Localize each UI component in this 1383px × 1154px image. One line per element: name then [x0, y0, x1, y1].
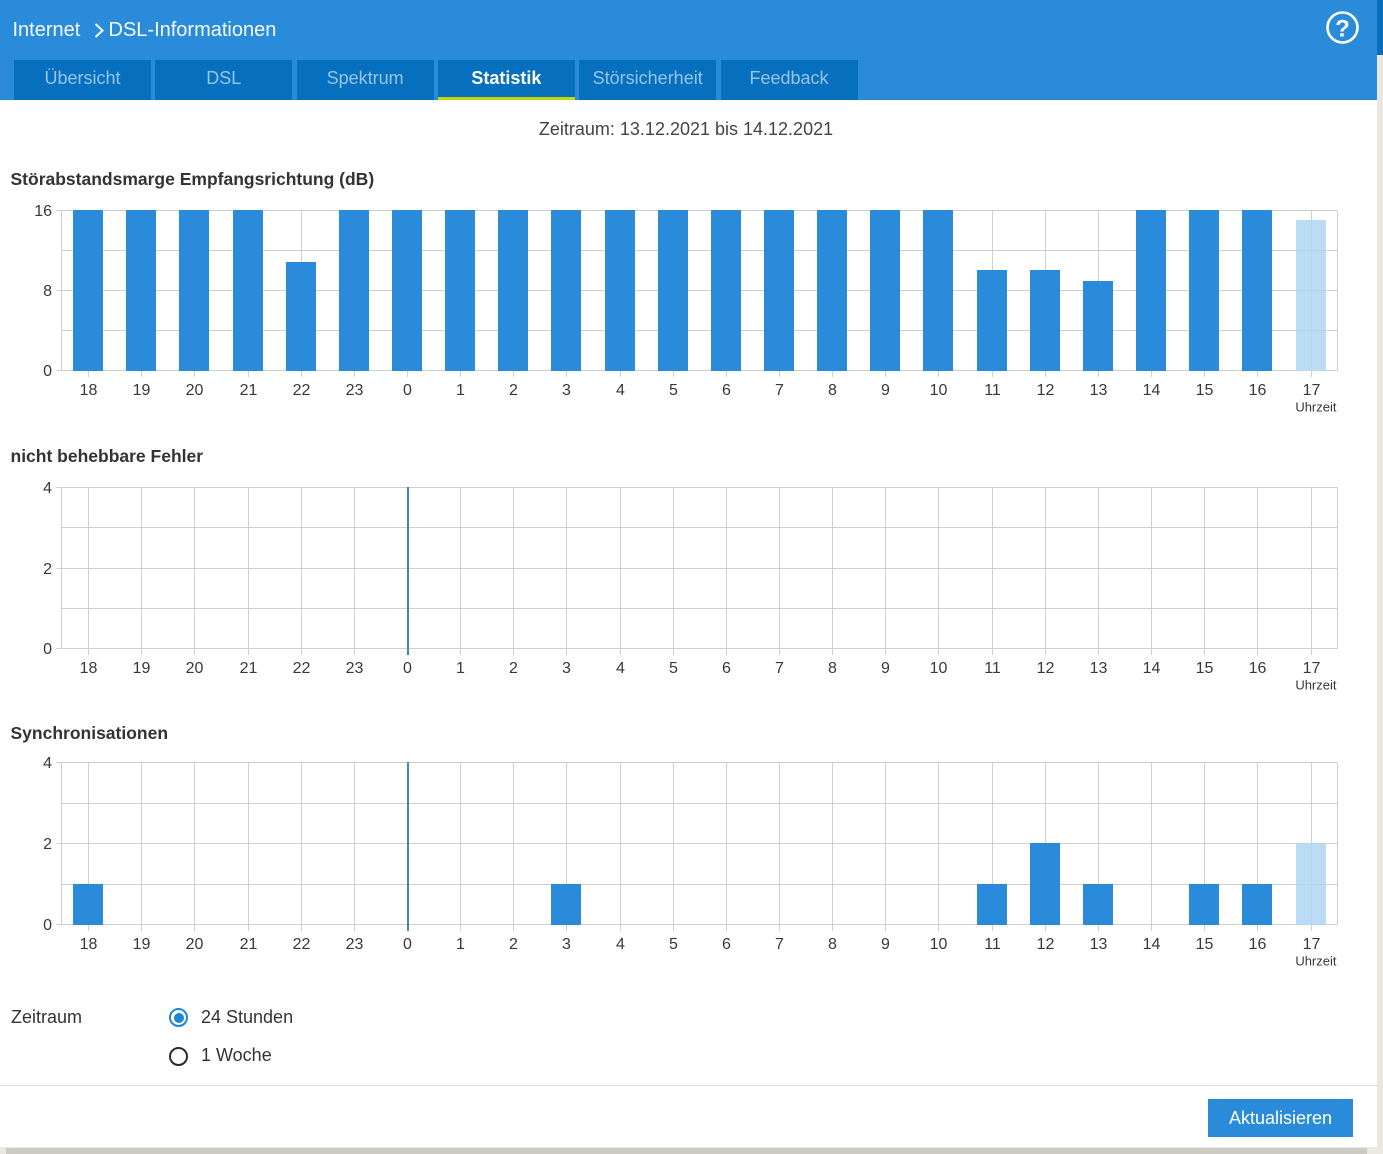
svg-text:17: 17 [1303, 382, 1321, 399]
svg-text:7: 7 [775, 660, 784, 677]
svg-text:13: 13 [1090, 660, 1108, 677]
svg-text:1: 1 [456, 382, 465, 399]
svg-text:0: 0 [403, 936, 412, 953]
svg-text:23: 23 [346, 936, 364, 953]
svg-text:20: 20 [186, 660, 204, 677]
svg-text:19: 19 [133, 660, 151, 677]
svg-text:11: 11 [984, 936, 1001, 953]
svg-text:6: 6 [722, 382, 731, 399]
svg-text:18: 18 [80, 382, 98, 399]
svg-text:8: 8 [828, 382, 837, 399]
svg-text:8: 8 [828, 660, 837, 677]
svg-text:0: 0 [403, 382, 412, 399]
svg-text:2: 2 [509, 660, 518, 677]
svg-text:4: 4 [616, 936, 625, 953]
svg-text:20: 20 [186, 936, 204, 953]
svg-text:21: 21 [240, 660, 258, 677]
svg-text:3: 3 [562, 660, 571, 677]
svg-text:4: 4 [616, 660, 625, 677]
svg-text:9: 9 [881, 936, 890, 953]
svg-text:10: 10 [930, 936, 948, 953]
svg-text:2: 2 [43, 561, 52, 578]
svg-text:Uhrzeit: Uhrzeit [1295, 400, 1337, 415]
svg-text:16: 16 [1249, 382, 1267, 399]
svg-text:5: 5 [669, 382, 678, 399]
svg-text:2: 2 [509, 936, 518, 953]
svg-text:7: 7 [775, 936, 784, 953]
svg-text:17: 17 [1303, 660, 1321, 677]
svg-text:22: 22 [293, 936, 311, 953]
svg-text:10: 10 [930, 660, 948, 677]
svg-text:2: 2 [43, 836, 52, 853]
svg-text:8: 8 [828, 936, 837, 953]
svg-text:16: 16 [1249, 660, 1267, 677]
svg-text:7: 7 [775, 382, 784, 399]
svg-text:15: 15 [1196, 660, 1214, 677]
svg-text:4: 4 [616, 382, 625, 399]
svg-text:8: 8 [43, 283, 52, 300]
svg-text:9: 9 [881, 660, 890, 677]
svg-text:23: 23 [346, 382, 364, 399]
svg-text:4: 4 [43, 480, 52, 497]
svg-text:Uhrzeit: Uhrzeit [1295, 954, 1337, 969]
svg-text:14: 14 [1143, 660, 1161, 677]
svg-text:0: 0 [43, 641, 52, 658]
svg-text:15: 15 [1196, 936, 1214, 953]
svg-text:16: 16 [34, 203, 52, 220]
svg-text:5: 5 [669, 936, 678, 953]
svg-text:2: 2 [509, 382, 518, 399]
svg-text:13: 13 [1090, 382, 1108, 399]
svg-text:21: 21 [240, 936, 258, 953]
svg-text:22: 22 [293, 660, 311, 677]
svg-text:22: 22 [293, 382, 311, 399]
svg-text:11: 11 [984, 660, 1001, 677]
svg-text:3: 3 [562, 382, 571, 399]
svg-text:12: 12 [1037, 660, 1055, 677]
svg-text:21: 21 [240, 382, 258, 399]
svg-text:20: 20 [186, 382, 204, 399]
svg-text:13: 13 [1090, 936, 1108, 953]
svg-text:1: 1 [456, 936, 465, 953]
svg-text:4: 4 [43, 755, 52, 772]
svg-text:6: 6 [722, 660, 731, 677]
svg-text:0: 0 [43, 363, 52, 380]
svg-text:19: 19 [133, 382, 151, 399]
svg-text:11: 11 [984, 382, 1001, 399]
svg-text:17: 17 [1303, 936, 1321, 953]
svg-text:1: 1 [456, 660, 465, 677]
svg-text:0: 0 [43, 917, 52, 934]
svg-text:6: 6 [722, 936, 731, 953]
svg-text:18: 18 [80, 660, 98, 677]
svg-text:14: 14 [1143, 936, 1161, 953]
svg-text:5: 5 [669, 660, 678, 677]
svg-text:10: 10 [930, 382, 948, 399]
svg-text:0: 0 [403, 660, 412, 677]
svg-text:19: 19 [133, 936, 151, 953]
svg-text:9: 9 [881, 382, 890, 399]
svg-text:Uhrzeit: Uhrzeit [1295, 678, 1337, 693]
svg-text:12: 12 [1037, 382, 1055, 399]
svg-text:12: 12 [1037, 936, 1055, 953]
svg-text:3: 3 [562, 936, 571, 953]
svg-text:16: 16 [1249, 936, 1267, 953]
svg-text:15: 15 [1196, 382, 1214, 399]
svg-text:23: 23 [346, 660, 364, 677]
svg-text:18: 18 [80, 936, 98, 953]
svg-text:14: 14 [1143, 382, 1161, 399]
